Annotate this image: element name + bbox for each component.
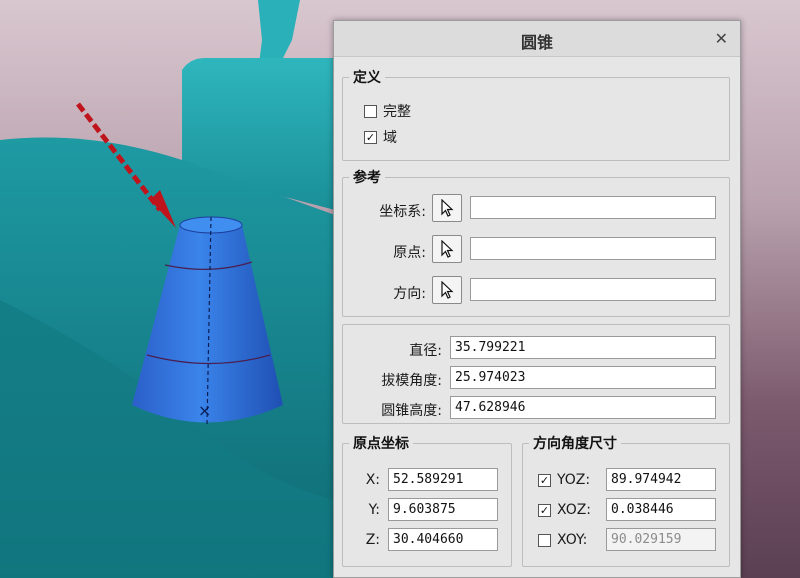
dialog-title: 圆锥 <box>520 33 553 52</box>
origin-z-field[interactable]: 30.404660 <box>388 528 498 551</box>
label-direction: 方向: <box>393 286 426 302</box>
label-draft-angle: 拔模角度: <box>381 373 442 389</box>
svg-text:×: × <box>198 401 211 420</box>
label-cone-height: 圆锥高度: <box>381 403 442 419</box>
checkbox-xoz[interactable]: ✓ <box>538 503 551 517</box>
checkbox-complete[interactable] <box>364 104 377 118</box>
option-domain[interactable]: ✓ 域 <box>364 127 397 147</box>
option-xoy[interactable]: XOY: <box>538 532 587 548</box>
label-xoy: XOY: <box>557 532 588 548</box>
option-complete[interactable]: 完整 <box>364 101 411 121</box>
yoz-field[interactable]: 89.974942 <box>606 468 716 491</box>
checkbox-yoz[interactable]: ✓ <box>538 473 551 487</box>
label-origin: 原点: <box>393 245 426 261</box>
dialog-titlebar[interactable]: 圆锥 ✕ <box>334 21 740 57</box>
direction-angles-legend: 方向角度尺寸 <box>533 436 617 452</box>
origin-y-field[interactable]: 9.603875 <box>388 498 498 521</box>
reference-legend: 参考 <box>353 170 381 186</box>
label-x: X: <box>365 472 380 488</box>
xoz-field[interactable]: 0.038446 <box>606 498 716 521</box>
draft-angle-field[interactable]: 25.974023 <box>450 366 716 389</box>
option-yoz[interactable]: ✓ YOZ: <box>538 472 590 488</box>
cone-height-field[interactable]: 47.628946 <box>450 396 716 419</box>
pick-origin-button[interactable] <box>432 235 462 263</box>
direction-field[interactable] <box>470 278 716 301</box>
definition-legend: 定义 <box>353 70 381 86</box>
origin-coordinates-legend: 原点坐标 <box>353 436 409 452</box>
pointer-arrow-icon <box>441 240 454 258</box>
option-xoz[interactable]: ✓ XOZ: <box>538 502 591 518</box>
label-coordinate-system: 坐标系: <box>379 204 426 220</box>
label-yoz: YOZ: <box>557 472 591 488</box>
coordinate-system-field[interactable] <box>470 196 716 219</box>
label-xoz: XOZ: <box>557 502 592 518</box>
checkbox-domain[interactable]: ✓ <box>364 130 377 144</box>
label-z: Z: <box>365 532 380 548</box>
pointer-arrow-icon <box>441 281 454 299</box>
option-domain-label: 域 <box>383 130 397 146</box>
xoy-field: 90.029159 <box>606 528 716 551</box>
checkbox-xoy[interactable] <box>538 533 551 547</box>
close-icon[interactable]: ✕ <box>715 29 728 48</box>
origin-x-field[interactable]: 52.589291 <box>388 468 498 491</box>
pick-direction-button[interactable] <box>432 276 462 304</box>
pick-coordinate-system-button[interactable] <box>432 194 462 222</box>
cone-dialog: 圆锥 ✕ 定义 完整 ✓ 域 参考 坐标系: 原点: 方向: 直径: 35.79… <box>333 20 741 578</box>
diameter-field[interactable]: 35.799221 <box>450 336 716 359</box>
origin-field[interactable] <box>470 237 716 260</box>
option-complete-label: 完整 <box>383 104 411 120</box>
label-y: Y: <box>368 502 380 518</box>
pointer-arrow-icon <box>441 199 454 217</box>
label-diameter: 直径: <box>409 343 442 359</box>
